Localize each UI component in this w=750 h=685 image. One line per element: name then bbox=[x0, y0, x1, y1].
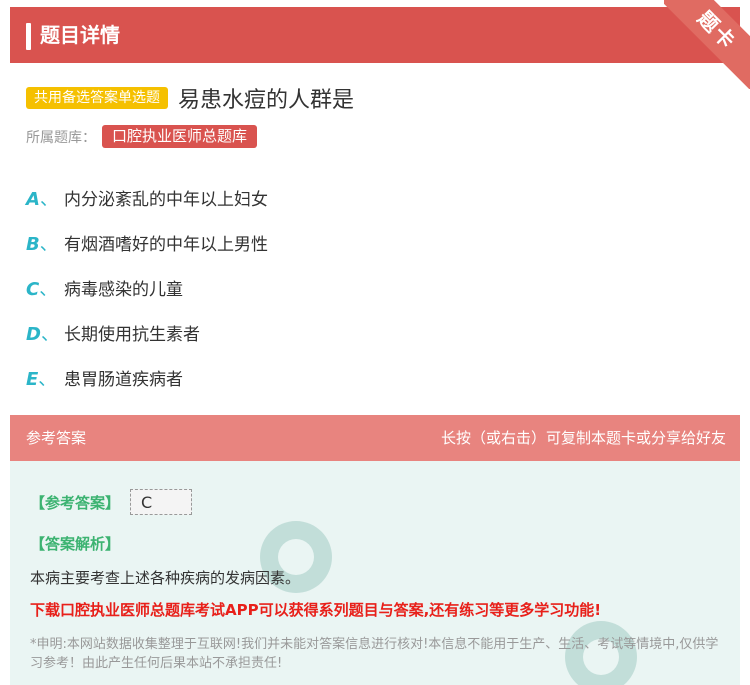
option-text: 长期使用抗生素者 bbox=[64, 325, 200, 345]
option-letter: A bbox=[26, 188, 40, 210]
question-text: 易患水痘的人群是 bbox=[178, 88, 355, 113]
option-separator: 、 bbox=[39, 233, 58, 255]
analysis-label-line: 【答案解析】 bbox=[30, 533, 120, 554]
ribbon-label: 题卡 bbox=[664, 0, 750, 89]
bank-label: 所属题库： bbox=[26, 129, 96, 146]
answer-value-box: C bbox=[130, 489, 193, 515]
option-b[interactable]: B、 有烟酒嗜好的中年以上男性 bbox=[26, 220, 268, 265]
option-text: 有烟酒嗜好的中年以上男性 bbox=[64, 235, 268, 255]
option-e[interactable]: E、 患胃肠道疾病者 bbox=[26, 355, 268, 400]
answer-line: 【参考答案】 C bbox=[30, 489, 193, 515]
option-text: 患胃肠道疾病者 bbox=[64, 370, 183, 390]
card-header: 题目详情 bbox=[10, 7, 740, 63]
question-type-tag: 共用备选答案单选题 bbox=[26, 87, 168, 109]
copy-share-hint: 长按（或右击）可复制本题卡或分享给好友 bbox=[440, 429, 726, 447]
app-download-promo[interactable]: 下载口腔执业医师总题库考试APP可以获得系列题目与答案,还有练习等更多学习功能! bbox=[30, 599, 601, 620]
answer-section-label: 参考答案 bbox=[26, 429, 87, 447]
options-list: A、 内分泌紊乱的中年以上妇女 B、 有烟酒嗜好的中年以上男性 C、 病毒感染的… bbox=[26, 175, 268, 400]
option-separator: 、 bbox=[38, 368, 57, 390]
bank-tag-link[interactable]: 口腔执业医师总题库 bbox=[102, 125, 258, 148]
answer-label: 【参考答案】 bbox=[30, 493, 121, 512]
answer-section-header: 参考答案 长按（或右击）可复制本题卡或分享给好友 bbox=[10, 415, 740, 461]
analysis-text: 本病主要考查上述各种疾病的发病因素。 bbox=[30, 569, 301, 587]
ribbon-corner: 题卡 bbox=[664, 0, 750, 89]
option-d[interactable]: D、 长期使用抗生素者 bbox=[26, 310, 268, 355]
option-separator: 、 bbox=[39, 278, 58, 300]
question-card: 题目详情 共用备选答案单选题 易患水痘的人群是 所属题库： 口腔执业医师总题库 … bbox=[10, 7, 740, 685]
option-letter: E bbox=[26, 368, 39, 390]
option-text: 内分泌紊乱的中年以上妇女 bbox=[64, 190, 268, 210]
analysis-label: 【答案解析】 bbox=[30, 535, 121, 553]
question-line: 共用备选答案单选题 易患水痘的人群是 bbox=[26, 83, 354, 113]
header-title: 题目详情 bbox=[40, 23, 120, 47]
option-a[interactable]: A、 内分泌紊乱的中年以上妇女 bbox=[26, 175, 268, 220]
option-letter: C bbox=[26, 278, 40, 300]
option-letter: D bbox=[26, 323, 41, 345]
option-text: 病毒感染的儿童 bbox=[64, 280, 183, 300]
answer-section-body: 【参考答案】 C 【答案解析】 本病主要考查上述各种疾病的发病因素。 下载口腔执… bbox=[10, 461, 740, 685]
header-accent-bar bbox=[26, 23, 31, 50]
option-separator: 、 bbox=[40, 323, 59, 345]
disclaimer-text: *申明:本网站数据收集整理于互联网!我们并未能对答案信息进行核对!本信息不能用于… bbox=[30, 637, 719, 671]
option-separator: 、 bbox=[39, 188, 58, 210]
question-bank-line: 所属题库： 口腔执业医师总题库 bbox=[26, 125, 258, 148]
option-c[interactable]: C、 病毒感染的儿童 bbox=[26, 265, 268, 310]
option-letter: B bbox=[26, 233, 40, 255]
